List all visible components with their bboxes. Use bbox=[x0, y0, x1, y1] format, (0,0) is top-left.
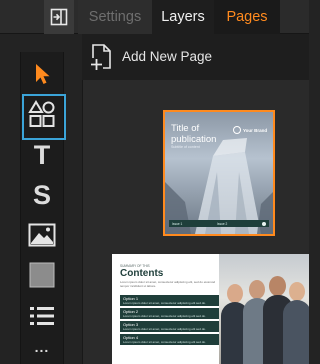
cover-footer-bar: Issue 1 Issue 2 bbox=[169, 220, 269, 227]
more-tool[interactable]: ... bbox=[20, 330, 64, 364]
page-thumbnail-2[interactable]: SUMMARY OF THIS Contents Lorem ipsum dol… bbox=[112, 254, 309, 364]
contents-title: Contents bbox=[120, 268, 164, 279]
team-photo bbox=[219, 254, 309, 364]
add-new-page-label: Add New Page bbox=[122, 49, 213, 64]
add-new-page-button[interactable]: Add New Page bbox=[82, 34, 309, 80]
tab-layers[interactable]: Layers bbox=[152, 0, 214, 34]
square-icon bbox=[29, 262, 55, 288]
brand-name: Your Brand bbox=[243, 127, 268, 133]
text-icon: T bbox=[33, 139, 51, 170]
cover-bar-left: Issue 1 bbox=[172, 221, 183, 226]
cover-title: Title of publication bbox=[171, 123, 217, 145]
styles-tool[interactable]: S bbox=[20, 175, 64, 215]
text-tool[interactable]: T bbox=[20, 135, 64, 175]
more-icon: ... bbox=[34, 339, 50, 355]
option-desc: Lorem ipsum dolor sit amet, consectetur … bbox=[123, 326, 206, 331]
arrow-icon bbox=[262, 221, 266, 226]
page-thumbnail-1[interactable]: Title of publication Subtitle of content… bbox=[163, 110, 275, 236]
contents-option: Option 3 Lorem ipsum dolor sit amet, con… bbox=[120, 321, 220, 332]
shapes-icon bbox=[28, 100, 55, 127]
contents-option: Option 2 Lorem ipsum dolor sit amet, con… bbox=[120, 308, 220, 319]
tab-settings[interactable]: Settings bbox=[78, 0, 152, 34]
cursor-arrow-icon bbox=[36, 64, 50, 84]
contents-intro: Lorem ipsum dolor sit amet, consectetur … bbox=[120, 280, 216, 288]
select-tool[interactable] bbox=[20, 54, 64, 94]
option-desc: Lorem ipsum dolor sit amet, consectetur … bbox=[123, 339, 206, 344]
tab-pages[interactable]: Pages bbox=[214, 0, 280, 34]
rectangle-tool[interactable] bbox=[20, 255, 64, 295]
panel-collapse-icon[interactable] bbox=[44, 0, 74, 34]
option-desc: Lorem ipsum dolor sit amet, consectetur … bbox=[123, 313, 206, 318]
cover-bar-right: Issue 2 bbox=[217, 221, 228, 226]
image-icon bbox=[28, 223, 56, 247]
shapes-tool[interactable] bbox=[20, 94, 66, 140]
brand-logo: Your Brand bbox=[233, 126, 267, 134]
style-icon: S bbox=[32, 179, 51, 210]
option-desc: Lorem ipsum dolor sit amet, consectetur … bbox=[123, 300, 206, 305]
cover-subtitle: Subtitle of content bbox=[171, 145, 200, 149]
list-icon bbox=[30, 307, 54, 325]
contents-option: Option 4 Lorem ipsum dolor sit amet, con… bbox=[120, 334, 220, 345]
top-tab-bar: Settings Layers Pages bbox=[0, 0, 309, 34]
contents-option: Option 1 Lorem ipsum dolor sit amet, con… bbox=[120, 295, 220, 306]
brand-icon bbox=[233, 126, 241, 134]
image-tool[interactable] bbox=[20, 215, 64, 255]
add-page-icon bbox=[90, 44, 111, 71]
